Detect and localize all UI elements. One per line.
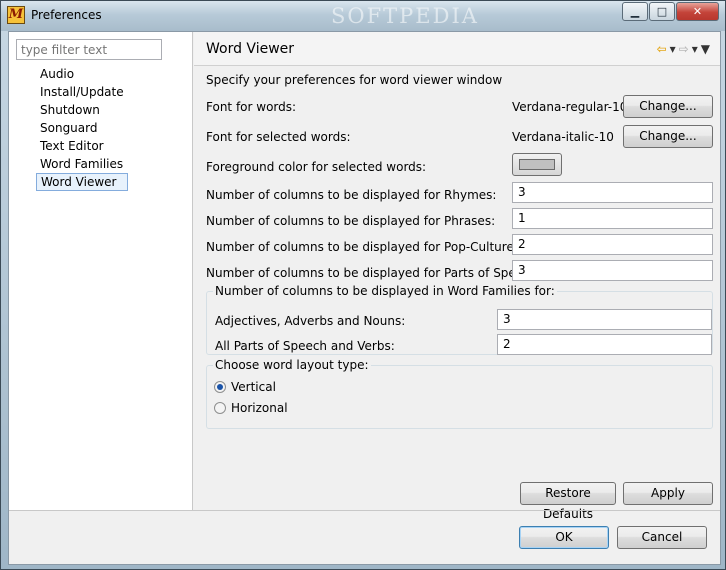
forward-history-chevron-down-icon[interactable]: ▾ [692, 42, 698, 56]
font-words-label: Font for words: [206, 100, 297, 114]
vertical-radio[interactable]: Vertical [214, 380, 276, 394]
dialog-client: Audio Install/Update Shutdown Songuard T… [8, 31, 721, 565]
back-history-chevron-down-icon[interactable]: ▾ [670, 42, 676, 56]
close-button[interactable]: ✕ [676, 2, 719, 21]
title-bar[interactable]: M Preferences SOFTPEDIA ▁ □ ✕ [1, 1, 725, 31]
color-swatch [519, 159, 555, 170]
font-words-value: Verdana-regular-10 [512, 100, 628, 114]
tree-item-word-families[interactable]: Word Families [36, 155, 128, 173]
watermark: SOFTPEDIA [331, 4, 479, 28]
all-parts-columns-label: All Parts of Speech and Verbs: [215, 339, 395, 353]
radio-unchecked-icon [214, 402, 226, 414]
app-icon: M [7, 6, 25, 24]
tree-item-shutdown[interactable]: Shutdown [36, 101, 128, 119]
page-description: Specify your preferences for word viewer… [206, 73, 503, 87]
horizonal-radio[interactable]: Horizonal [214, 401, 288, 415]
page-header: Word Viewer ⇦ ▾ ⇨ ▾ ▼ [194, 32, 720, 66]
window-title: Preferences [31, 8, 102, 22]
phrases-columns-label: Number of columns to be displayed for Ph… [206, 214, 496, 228]
minimize-button[interactable]: ▁ [622, 2, 648, 21]
preferences-tree: Audio Install/Update Shutdown Songuard T… [36, 65, 128, 191]
forward-arrow-icon[interactable]: ⇨ [679, 42, 689, 56]
parts-of-speech-columns-label: Number of columns to be displayed for Pa… [206, 266, 542, 280]
page-title: Word Viewer [206, 41, 295, 57]
tree-item-text-editor[interactable]: Text Editor [36, 137, 128, 155]
change-font-selected-button[interactable]: Change... [623, 125, 713, 148]
preferences-tree-pane: Audio Install/Update Shutdown Songuard T… [9, 32, 193, 510]
parts-of-speech-columns-input[interactable]: 3 [512, 260, 713, 281]
radio-checked-icon [214, 381, 226, 393]
tree-item-install-update[interactable]: Install/Update [36, 83, 128, 101]
back-arrow-icon[interactable]: ⇦ [657, 42, 667, 56]
ok-button[interactable]: OK [519, 526, 609, 549]
tree-item-word-viewer[interactable]: Word Viewer [36, 173, 128, 191]
rhymes-columns-label: Number of columns to be displayed for Rh… [206, 188, 497, 202]
word-families-group: Number of columns to be displayed in Wor… [206, 284, 713, 355]
view-menu-chevron-down-icon[interactable]: ▼ [701, 42, 710, 56]
all-parts-columns-input[interactable]: 2 [497, 334, 712, 355]
word-families-group-title: Number of columns to be displayed in Wor… [213, 284, 557, 298]
rhymes-columns-input[interactable]: 3 [512, 182, 713, 203]
adjectives-columns-label: Adjectives, Adverbs and Nouns: [215, 314, 406, 328]
font-selected-label: Font for selected words: [206, 130, 351, 144]
change-font-words-button[interactable]: Change... [623, 95, 713, 118]
tree-item-songuard[interactable]: Songuard [36, 119, 128, 137]
preference-page: Word Viewer ⇦ ▾ ⇨ ▾ ▼ Specify your prefe… [194, 32, 720, 521]
vertical-radio-label: Vertical [231, 380, 276, 394]
pop-culture-columns-label: Number of columns to be displayed for Po… [206, 240, 518, 254]
restore-defaults-button[interactable]: Restore Defaults [520, 482, 616, 521]
layout-type-group: Choose word layout type: Vertical Horizo… [206, 358, 713, 429]
preferences-window: M Preferences SOFTPEDIA ▁ □ ✕ Audio Inst… [0, 0, 726, 570]
maximize-button[interactable]: □ [649, 2, 675, 21]
horizonal-radio-label: Horizonal [231, 401, 288, 415]
apply-button[interactable]: Apply [623, 482, 713, 505]
font-selected-value: Verdana-italic-10 [512, 130, 614, 144]
adjectives-columns-input[interactable]: 3 [497, 309, 712, 330]
layout-type-group-title: Choose word layout type: [213, 358, 371, 372]
phrases-columns-input[interactable]: 1 [512, 208, 713, 229]
footer-divider [9, 510, 720, 511]
cancel-button[interactable]: Cancel [617, 526, 707, 549]
fg-color-label: Foreground color for selected words: [206, 160, 427, 174]
tree-item-audio[interactable]: Audio [36, 65, 128, 83]
filter-input[interactable] [16, 39, 162, 60]
pop-culture-columns-input[interactable]: 2 [512, 234, 713, 255]
fg-color-button[interactable] [512, 153, 562, 176]
